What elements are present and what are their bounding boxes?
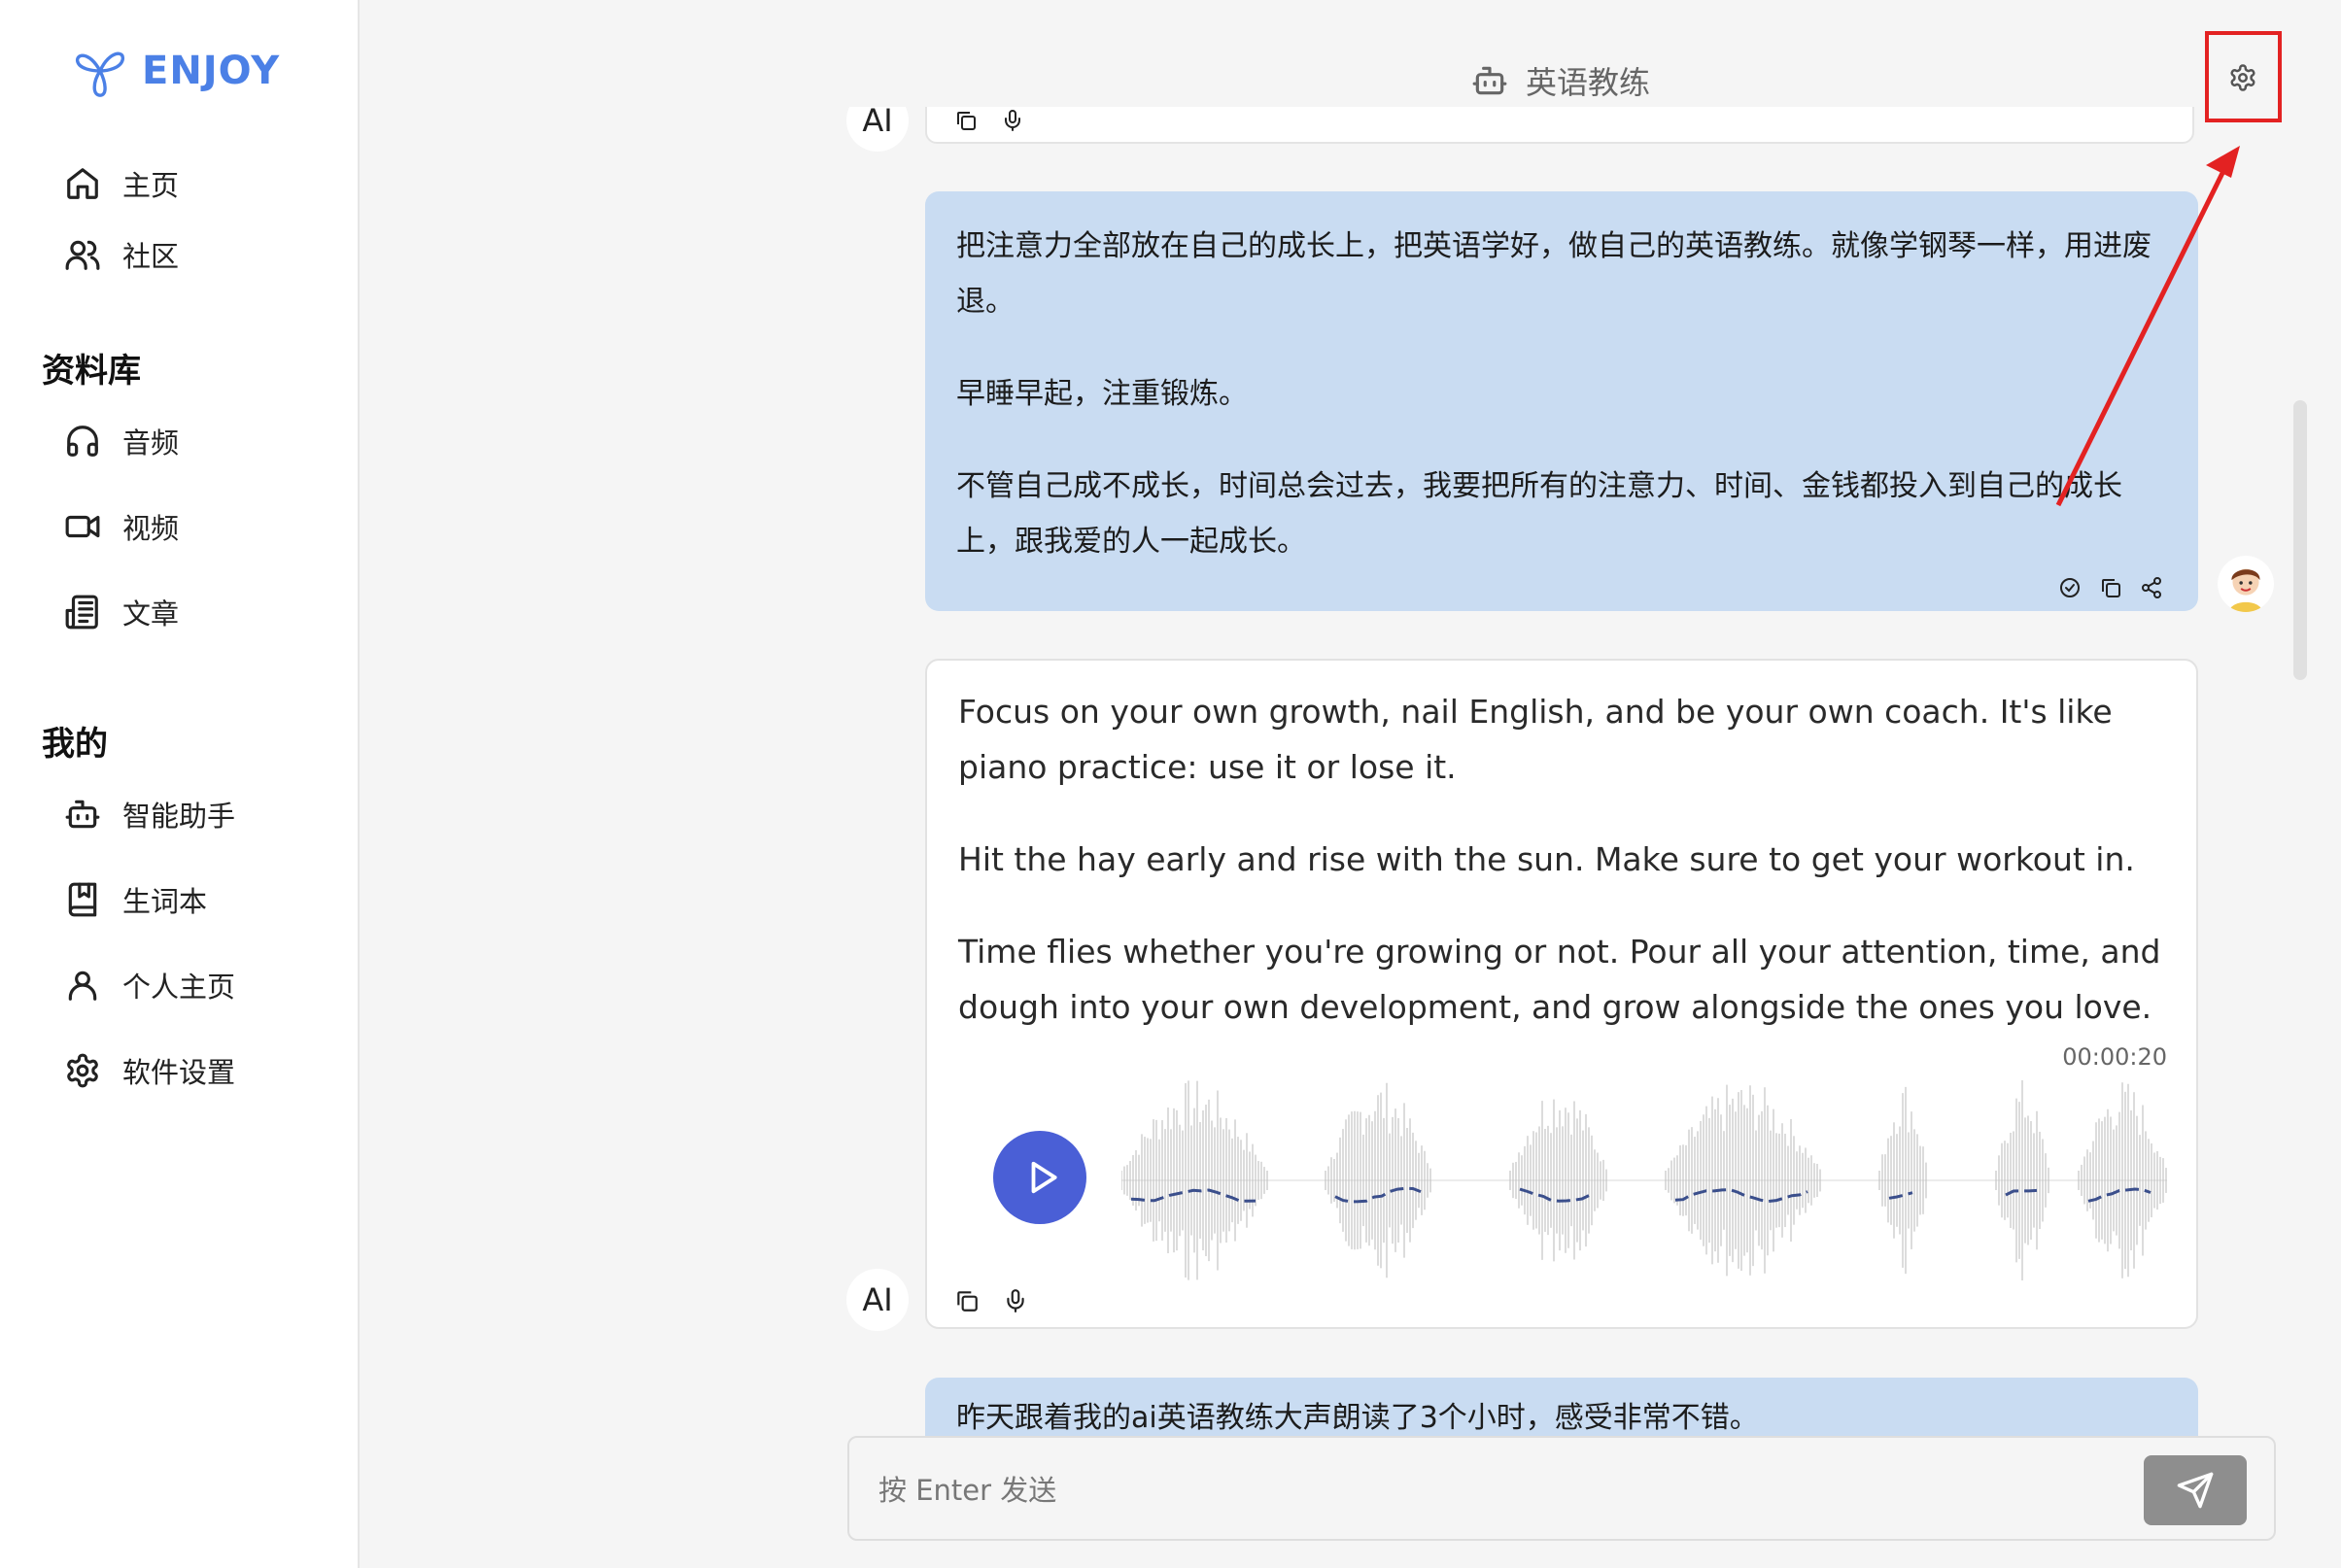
message-composer	[847, 1436, 2276, 1541]
chat-main: AI 英语教练 把注意力全部放在自己的成长上，把英语学好，做自己的英语教练。就像…	[361, 0, 2341, 1568]
play-button[interactable]	[993, 1131, 1086, 1224]
copy-icon[interactable]	[954, 109, 978, 132]
newspaper-icon	[65, 595, 98, 630]
nav-item-articles[interactable]: 文章	[64, 589, 179, 635]
microphone-icon[interactable]	[1001, 109, 1024, 132]
user-icon	[68, 971, 97, 1001]
bookmark-book-icon	[68, 882, 97, 917]
settings-icon	[67, 1053, 98, 1088]
message-paragraph: 不管自己成不成长，时间总会过去，我要把所有的注意力、时间、金钱都投入到自己的成长…	[956, 469, 2122, 559]
nav-item-label: 视频	[122, 512, 180, 545]
message-text: 昨天跟着我的ai英语教练大声朗读了3个小时，感受非常不错。	[956, 1401, 1759, 1435]
nav-item-label: 软件设置	[122, 1056, 236, 1089]
copy-icon[interactable]	[954, 1288, 980, 1313]
video-icon	[65, 515, 100, 538]
chat-title: 英语教练	[1471, 58, 1650, 103]
scrollbar-thumb[interactable]	[2293, 400, 2307, 680]
send-icon	[2177, 1472, 2214, 1509]
copy-icon[interactable]	[2099, 576, 2122, 599]
nav-item-audio[interactable]: 音频	[64, 418, 179, 464]
nav-item-label: 文章	[122, 597, 180, 631]
users-icon	[65, 240, 100, 270]
message-paragraph: Hit the hay early and rise with the sun.…	[958, 840, 2135, 878]
app-logo[interactable]: ENJOY	[72, 43, 280, 99]
section-title-mine: 我的	[42, 725, 108, 764]
user-avatar	[2218, 556, 2274, 612]
chat-title-text: 英语教练	[1526, 64, 1651, 101]
nav-item-label: 生词本	[122, 885, 208, 918]
message-paragraph: Time flies whether you're growing or not…	[958, 933, 2161, 1026]
message-card-ai: Focus on your own growth, nail English, …	[925, 659, 2198, 1329]
audio-waveform[interactable]	[1121, 1078, 2167, 1282]
microphone-icon[interactable]	[1003, 1288, 1028, 1313]
sidebar: ENJOY 主页 社区 资料库 音频 视频 文章 我的 智能助手 生词本 个人主…	[0, 0, 360, 1568]
send-button[interactable]	[2144, 1455, 2247, 1525]
nav-item-home[interactable]: 主页	[64, 160, 179, 207]
ai-avatar-badge: AI	[846, 1269, 909, 1331]
message-actions	[954, 1288, 1028, 1313]
message-card-user: 把注意力全部放在自己的成长上，把英语学好，做自己的英语教练。就像学钢琴一样，用进…	[925, 191, 2198, 611]
bot-icon	[65, 800, 100, 829]
message-input[interactable]	[877, 1463, 2047, 1517]
nav-item-label: 社区	[122, 240, 180, 273]
nav-item-label: 智能助手	[122, 800, 236, 833]
section-title-library: 资料库	[42, 352, 141, 391]
message-card-user: 昨天跟着我的ai英语教练大声朗读了3个小时，感受非常不错。	[925, 1378, 2198, 1436]
message-paragraph: Focus on your own growth, nail English, …	[958, 693, 2113, 786]
bot-icon	[1472, 66, 1507, 95]
audio-duration: 00:00:20	[2062, 1043, 2167, 1071]
message-paragraph: 早睡早起，注重锻炼。	[956, 377, 1248, 411]
headphones-icon	[67, 426, 98, 457]
app-name: ENJOY	[142, 49, 281, 93]
nav-item-label: 音频	[122, 426, 180, 460]
nav-item-profile[interactable]: 个人主页	[64, 962, 235, 1008]
nav-item-vocabulary[interactable]: 生词本	[64, 876, 207, 923]
annotation-highlight-box	[2205, 31, 2282, 122]
nav-item-label: 主页	[122, 169, 180, 202]
nav-item-assistant[interactable]: 智能助手	[64, 791, 235, 837]
chat-header: 英语教练	[361, 0, 2341, 122]
play-icon	[1031, 1161, 1057, 1194]
message-paragraph: 把注意力全部放在自己的成长上，把英语学好，做自己的英语教练。就像学钢琴一样，用进…	[956, 229, 2152, 319]
nav-item-label: 个人主页	[122, 971, 236, 1004]
nav-item-settings[interactable]: 软件设置	[64, 1047, 235, 1094]
home-icon	[67, 168, 98, 199]
nav-item-video[interactable]: 视频	[64, 503, 179, 550]
logo-icon	[76, 51, 124, 97]
nav-item-community[interactable]: 社区	[64, 231, 179, 278]
check-circle-icon[interactable]	[2058, 576, 2082, 599]
message-actions	[2058, 576, 2163, 599]
share-icon[interactable]	[2140, 576, 2163, 599]
